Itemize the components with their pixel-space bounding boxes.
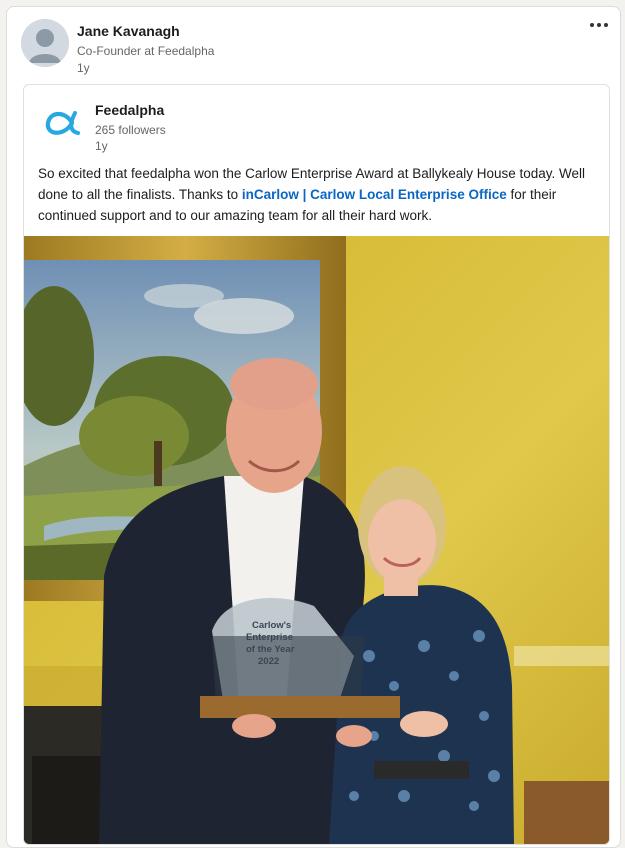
post-card: Jane Kavanagh Co-Founder at Feedalpha 1y… <box>6 6 621 848</box>
post-text: So excited that feedalpha won the Carlow… <box>38 163 598 226</box>
shared-post-time: 1y <box>95 139 108 153</box>
trophy-text-1: Carlow's <box>252 620 291 631</box>
alpha-logo-icon <box>38 99 86 147</box>
shared-post: Feedalpha 265 followers 1y So excited th… <box>23 84 610 845</box>
more-options-button[interactable] <box>586 15 612 35</box>
more-horizontal-icon-dot <box>604 23 608 27</box>
author-avatar[interactable] <box>21 19 69 67</box>
trophy-text-2: Enterprise <box>246 632 293 643</box>
shared-post-org[interactable]: Feedalpha 265 followers 1y <box>24 85 609 161</box>
feedalpha-logo[interactable] <box>38 99 86 147</box>
award-photo: Carlow's Enterprise of the Year 2022 <box>24 236 609 844</box>
author-name[interactable]: Jane Kavanagh <box>77 23 180 39</box>
org-name[interactable]: Feedalpha <box>95 102 164 118</box>
trophy-text-3: of the Year <box>246 644 295 655</box>
user-avatar-icon <box>21 19 69 67</box>
post-time: 1y <box>77 61 90 75</box>
mention-link[interactable]: inCarlow | Carlow Local Enterprise Offic… <box>242 187 507 202</box>
post-author[interactable]: Jane Kavanagh Co-Founder at Feedalpha 1y <box>21 19 541 79</box>
trophy-text-4: 2022 <box>258 656 279 667</box>
post-photo[interactable]: Carlow's Enterprise of the Year 2022 <box>24 236 609 844</box>
author-headline: Co-Founder at Feedalpha <box>77 44 215 58</box>
more-horizontal-icon-dot <box>597 23 601 27</box>
more-horizontal-icon <box>590 23 594 27</box>
org-followers: 265 followers <box>95 123 166 137</box>
